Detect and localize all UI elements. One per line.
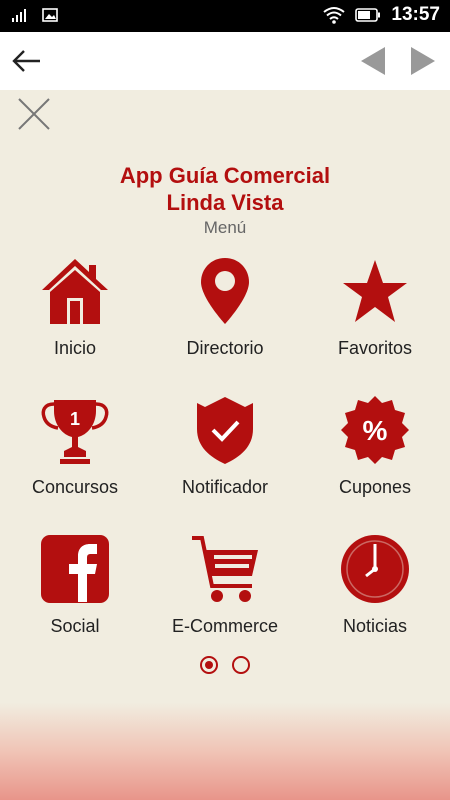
percent-badge-icon: % xyxy=(341,396,409,464)
menu-item-label: E-Commerce xyxy=(171,616,278,636)
home-icon xyxy=(42,259,108,324)
shopping-cart-icon xyxy=(192,536,258,602)
menu-item-label: Notificador xyxy=(181,477,269,497)
menu-item-label: Cupones xyxy=(338,477,412,497)
menu-item-label: Noticias xyxy=(342,616,408,636)
page-dot-1[interactable] xyxy=(200,656,218,674)
menu-item-label: Directorio xyxy=(186,338,264,358)
signal-icon xyxy=(12,9,26,22)
menu-item-label: Favoritos xyxy=(337,338,413,358)
status-time: 13:57 xyxy=(391,4,440,25)
previous-icon[interactable] xyxy=(358,45,388,77)
image-notification-icon xyxy=(42,8,58,22)
app-title-line1: App Guía Comercial xyxy=(119,163,331,188)
wifi-icon xyxy=(323,7,346,24)
page-dot-2[interactable] xyxy=(232,656,250,674)
svg-text:%: % xyxy=(363,415,388,446)
map-pin-icon xyxy=(201,258,249,324)
menu-panel: App Guía Comercial Linda Vista Menú Inic… xyxy=(0,90,450,638)
clock-icon xyxy=(341,535,409,603)
trophy-icon: 1 xyxy=(41,400,109,464)
menu-item-label: Concursos xyxy=(31,477,119,497)
menu-item-concursos[interactable]: 1 Concursos xyxy=(0,395,150,525)
menu-item-inicio[interactable]: Inicio xyxy=(0,256,150,386)
close-icon[interactable] xyxy=(16,96,52,132)
battery-icon xyxy=(355,8,381,22)
menu-item-favoritos[interactable]: Favoritos xyxy=(300,256,450,386)
menu-subtitle: Menú xyxy=(203,218,247,237)
menu-item-cupones[interactable]: % Cupones xyxy=(300,395,450,525)
svg-text:1: 1 xyxy=(70,409,80,429)
menu-item-notificador[interactable]: Notificador xyxy=(150,395,300,525)
toolbar xyxy=(0,32,450,90)
menu-item-label: Social xyxy=(50,616,100,636)
menu-item-label: Inicio xyxy=(53,338,97,358)
next-icon[interactable] xyxy=(408,45,438,77)
page-indicator xyxy=(0,656,450,678)
status-bar: 13:57 xyxy=(0,0,450,32)
back-arrow-icon[interactable] xyxy=(10,46,42,76)
menu-item-directorio[interactable]: Directorio xyxy=(150,256,300,386)
app-title: App Guía Comercial Linda Vista xyxy=(0,162,450,216)
star-icon xyxy=(343,260,407,322)
facebook-icon xyxy=(41,535,109,603)
app-title-line2: Linda Vista xyxy=(166,190,284,215)
shield-check-icon xyxy=(197,397,253,464)
